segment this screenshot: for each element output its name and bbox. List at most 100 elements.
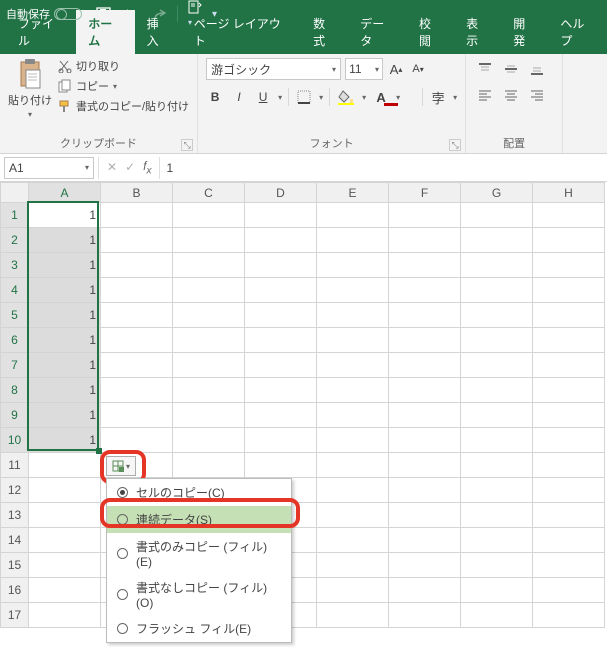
cell[interactable] — [101, 353, 173, 378]
cell[interactable] — [461, 428, 533, 453]
cell[interactable] — [533, 428, 605, 453]
cell[interactable]: 1 — [29, 353, 101, 378]
cell[interactable] — [245, 253, 317, 278]
column-header[interactable]: H — [533, 183, 605, 203]
cell[interactable] — [533, 203, 605, 228]
tab-数式[interactable]: 数式 — [301, 10, 348, 54]
cell[interactable] — [461, 303, 533, 328]
row-header[interactable]: 2 — [1, 228, 29, 253]
cell[interactable] — [389, 378, 461, 403]
row-header[interactable]: 14 — [1, 528, 29, 553]
cell[interactable] — [317, 353, 389, 378]
cell[interactable] — [317, 603, 389, 628]
font-name-combo[interactable]: 游ゴシック▾ — [206, 58, 341, 80]
cell[interactable] — [245, 278, 317, 303]
cell[interactable] — [389, 453, 461, 478]
cell[interactable] — [317, 428, 389, 453]
paste-button[interactable]: 貼り付け ▾ — [8, 58, 52, 119]
cell[interactable]: 1 — [29, 203, 101, 228]
cell[interactable] — [461, 378, 533, 403]
cell[interactable] — [461, 253, 533, 278]
cell[interactable] — [533, 303, 605, 328]
cell[interactable] — [29, 578, 101, 603]
row-header[interactable]: 7 — [1, 353, 29, 378]
cell[interactable] — [245, 328, 317, 353]
cell[interactable]: 1 — [29, 303, 101, 328]
autofill-menu-item[interactable]: 書式なしコピー (フィル)(O) — [107, 574, 291, 615]
cell[interactable] — [173, 378, 245, 403]
cell[interactable] — [245, 303, 317, 328]
cell[interactable] — [245, 403, 317, 428]
cut-button[interactable]: 切り取り — [58, 58, 189, 74]
cell[interactable] — [101, 203, 173, 228]
cell[interactable] — [461, 503, 533, 528]
cell[interactable] — [29, 553, 101, 578]
cell[interactable] — [29, 503, 101, 528]
cell[interactable] — [461, 328, 533, 353]
cell[interactable] — [533, 578, 605, 603]
cell[interactable] — [389, 478, 461, 503]
cell[interactable] — [533, 353, 605, 378]
font-size-combo[interactable]: 11▾ — [345, 58, 383, 80]
align-left-icon[interactable] — [474, 84, 496, 106]
cell[interactable] — [461, 478, 533, 503]
cell[interactable] — [245, 428, 317, 453]
column-header[interactable]: D — [245, 183, 317, 203]
cell[interactable] — [101, 428, 173, 453]
cell[interactable] — [389, 203, 461, 228]
cell[interactable] — [173, 228, 245, 253]
cell[interactable] — [317, 378, 389, 403]
row-header[interactable]: 3 — [1, 253, 29, 278]
row-header[interactable]: 13 — [1, 503, 29, 528]
cell[interactable] — [317, 528, 389, 553]
cell[interactable]: 1 — [29, 378, 101, 403]
cell[interactable] — [389, 303, 461, 328]
cell[interactable] — [317, 328, 389, 353]
copy-button[interactable]: コピー ▾ — [58, 78, 189, 94]
cell[interactable] — [245, 203, 317, 228]
cell[interactable] — [389, 578, 461, 603]
row-header[interactable]: 9 — [1, 403, 29, 428]
cell[interactable] — [389, 278, 461, 303]
cell[interactable] — [245, 228, 317, 253]
align-middle-icon[interactable] — [500, 58, 522, 80]
cell[interactable] — [389, 403, 461, 428]
autofill-menu-item[interactable]: 書式のみコピー (フィル)(E) — [107, 533, 291, 574]
row-header[interactable]: 15 — [1, 553, 29, 578]
cell[interactable] — [389, 328, 461, 353]
cell[interactable] — [101, 228, 173, 253]
row-header[interactable]: 10 — [1, 428, 29, 453]
row-header[interactable]: 12 — [1, 478, 29, 503]
tab-校閲[interactable]: 校閲 — [407, 10, 454, 54]
cell[interactable] — [101, 403, 173, 428]
row-header[interactable]: 1 — [1, 203, 29, 228]
cell[interactable] — [461, 528, 533, 553]
cell[interactable] — [317, 503, 389, 528]
tab-表示[interactable]: 表示 — [454, 10, 501, 54]
cell[interactable] — [389, 353, 461, 378]
cell[interactable] — [101, 278, 173, 303]
align-center-icon[interactable] — [500, 84, 522, 106]
cell[interactable] — [101, 378, 173, 403]
cell[interactable] — [173, 328, 245, 353]
cell[interactable] — [173, 453, 245, 478]
cell[interactable] — [317, 578, 389, 603]
cell[interactable] — [533, 328, 605, 353]
border-button[interactable] — [295, 86, 313, 108]
cell[interactable] — [533, 553, 605, 578]
cell[interactable]: 1 — [29, 278, 101, 303]
cell[interactable] — [533, 228, 605, 253]
cell[interactable] — [533, 403, 605, 428]
cell[interactable] — [317, 303, 389, 328]
cell[interactable] — [461, 603, 533, 628]
cell[interactable] — [461, 578, 533, 603]
column-header[interactable]: A — [29, 183, 101, 203]
cell[interactable] — [461, 353, 533, 378]
cell[interactable] — [389, 603, 461, 628]
tab-開発[interactable]: 開発 — [501, 10, 548, 54]
autofill-menu-item[interactable]: セルのコピー(C) — [107, 479, 291, 506]
cell[interactable] — [461, 453, 533, 478]
row-header[interactable]: 8 — [1, 378, 29, 403]
cell[interactable]: 1 — [29, 228, 101, 253]
row-header[interactable]: 16 — [1, 578, 29, 603]
